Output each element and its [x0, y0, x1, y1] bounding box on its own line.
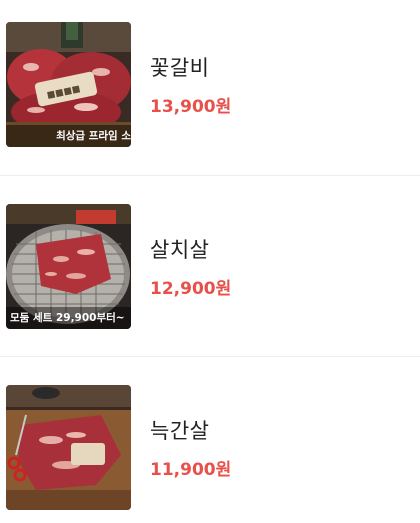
menu-item[interactable]: 늑간살 11,900원 — [0, 385, 420, 511]
menu-item-caption: 모둠 세트 29,900부터~ — [6, 307, 131, 329]
menu-item-price: 13,900원 — [150, 97, 232, 117]
menu-item-caption: 최상급 프라임 소 — [6, 125, 131, 147]
menu-item[interactable]: ■■■■ 최상급 프라임 소 꽃갈비 13,900원 — [0, 22, 420, 148]
menu-item-photo — [6, 385, 131, 510]
menu-list: ■■■■ 최상급 프라임 소 꽃갈비 13,900원 모둠 세트 29,900부… — [0, 0, 420, 523]
menu-item-name: 늑간살 — [150, 419, 210, 443]
menu-item-photo: ■■■■ 최상급 프라임 소 — [6, 22, 131, 147]
divider — [0, 175, 420, 176]
menu-item-photo: 모둠 세트 29,900부터~ — [6, 204, 131, 329]
menu-item-name: 살치살 — [150, 238, 210, 262]
menu-item-price: 12,900원 — [150, 279, 232, 299]
menu-item-price: 11,900원 — [150, 460, 232, 480]
menu-item-name: 꽃갈비 — [150, 56, 210, 80]
divider — [0, 356, 420, 357]
menu-item[interactable]: 모둠 세트 29,900부터~ 살치살 12,900원 — [0, 204, 420, 330]
